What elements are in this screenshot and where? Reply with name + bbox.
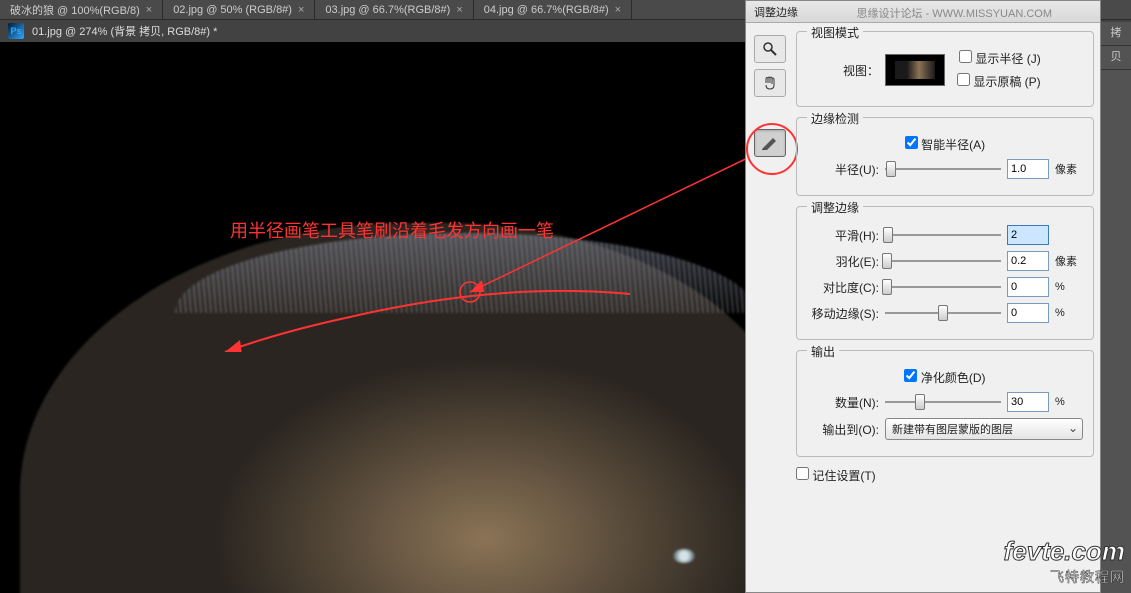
smooth-slider[interactable] — [885, 226, 1001, 244]
annotation-text: 用半径画笔工具笔刷沿着毛发方向画一笔 — [230, 217, 554, 243]
refine-brush-tool-icon[interactable] — [754, 129, 786, 157]
show-original-check[interactable]: 显示原稿 (P) — [957, 73, 1041, 90]
close-icon[interactable]: × — [615, 4, 621, 16]
close-icon[interactable]: × — [146, 4, 152, 16]
watermark-bottom: fevte.com 飞特教程网 — [1004, 536, 1125, 587]
tab-label: 03.jpg @ 66.7%(RGB/8#) — [325, 4, 450, 16]
group-label: 边缘检测 — [807, 110, 863, 127]
adjust-edge-group: 调整边缘 平滑(H): 羽化(E): 像素 对比度(C): % 移动边缘(S): — [796, 206, 1094, 340]
smart-radius-check[interactable]: 智能半径(A) — [905, 136, 985, 153]
document-title: 01.jpg @ 274% (背景 拷贝, RGB/8#) * — [32, 23, 217, 39]
right-panel-tabs: 拷 贝 — [1101, 22, 1131, 92]
decontaminate-checkbox[interactable] — [904, 369, 917, 382]
close-icon[interactable]: × — [298, 4, 304, 16]
output-to-label: 输出到(O): — [807, 421, 879, 438]
output-group: 输出 净化颜色(D) 数量(N): % 输出到(O): 新建带有图层蒙版的图层 — [796, 350, 1094, 457]
decontaminate-check[interactable]: 净化颜色(D) — [904, 369, 985, 386]
shift-edge-label: 移动边缘(S): — [807, 305, 879, 322]
watermark-top: 思缘设计论坛 - WWW.MISSYUAN.COM — [856, 5, 1052, 21]
watermark-line2: 飞特教程网 — [1004, 567, 1125, 587]
tab-0[interactable]: 破冰的狼 @ 100%(RGB/8) × — [0, 0, 163, 19]
smooth-input[interactable] — [1007, 225, 1049, 245]
shift-edge-input[interactable] — [1007, 303, 1049, 323]
tab-label: 破冰的狼 @ 100%(RGB/8) — [10, 2, 140, 18]
show-radius-check[interactable]: 显示半径 (J) — [957, 50, 1041, 67]
refine-edge-dialog: 调整边缘 思缘设计论坛 - WWW.MISSYUAN.COM 视图模式 视图： … — [745, 0, 1101, 593]
feather-label: 羽化(E): — [807, 253, 879, 270]
show-original-checkbox[interactable] — [957, 73, 970, 86]
group-label: 视图模式 — [807, 24, 863, 41]
edge-detection-group: 边缘检测 智能半径(A) 半径(U): 像素 — [796, 117, 1094, 196]
hand-tool-icon[interactable] — [754, 69, 786, 97]
close-icon[interactable]: × — [456, 4, 462, 16]
radius-label: 半径(U): — [807, 161, 879, 178]
tab-3[interactable]: 04.jpg @ 66.7%(RGB/8#) × — [474, 0, 632, 19]
tool-column — [754, 35, 786, 157]
watermark-line1: fevte.com — [1004, 536, 1125, 567]
view-thumbnail[interactable] — [885, 54, 945, 86]
wolf-image — [20, 223, 745, 593]
contrast-label: 对比度(C): — [807, 279, 879, 296]
amount-label: 数量(N): — [807, 394, 879, 411]
output-to-select[interactable]: 新建带有图层蒙版的图层 — [885, 418, 1083, 440]
rightbar-item[interactable]: 拷 — [1101, 22, 1131, 46]
group-label: 输出 — [807, 343, 839, 360]
unit-label: 像素 — [1055, 253, 1083, 269]
radius-input[interactable] — [1007, 159, 1049, 179]
unit-label: % — [1055, 307, 1083, 319]
tab-2[interactable]: 03.jpg @ 66.7%(RGB/8#) × — [315, 0, 473, 19]
group-label: 调整边缘 — [807, 199, 863, 216]
smart-radius-checkbox[interactable] — [905, 136, 918, 149]
feather-slider[interactable] — [885, 252, 1001, 270]
zoom-tool-icon[interactable] — [754, 35, 786, 63]
dialog-body: 视图模式 视图： 显示半径 (J) 显示原稿 (P) 边缘检测 智能半径(A) … — [746, 23, 1100, 498]
tab-1[interactable]: 02.jpg @ 50% (RGB/8#) × — [163, 0, 315, 19]
contrast-slider[interactable] — [885, 278, 1001, 296]
amount-input[interactable] — [1007, 392, 1049, 412]
radius-slider[interactable] — [885, 160, 1001, 178]
view-label: 视图： — [807, 62, 879, 79]
view-mode-group: 视图模式 视图： 显示半径 (J) 显示原稿 (P) — [796, 31, 1094, 107]
unit-label: 像素 — [1055, 161, 1083, 177]
contrast-input[interactable] — [1007, 277, 1049, 297]
amount-slider[interactable] — [885, 393, 1001, 411]
dialog-title-text: 调整边缘 — [754, 4, 798, 20]
tab-label: 04.jpg @ 66.7%(RGB/8#) — [484, 4, 609, 16]
unit-label: % — [1055, 281, 1083, 293]
tab-label: 02.jpg @ 50% (RGB/8#) — [173, 4, 292, 16]
smooth-label: 平滑(H): — [807, 227, 879, 244]
wolf-eye — [673, 549, 695, 563]
unit-label: % — [1055, 396, 1083, 408]
show-radius-checkbox[interactable] — [959, 50, 972, 63]
shift-edge-slider[interactable] — [885, 304, 1001, 322]
canvas[interactable]: 用半径画笔工具笔刷沿着毛发方向画一笔 — [0, 42, 745, 593]
rightbar-item[interactable]: 贝 — [1101, 46, 1131, 70]
feather-input[interactable] — [1007, 251, 1049, 271]
remember-settings-check[interactable]: 记住设置(T) — [796, 467, 876, 484]
remember-settings-checkbox[interactable] — [796, 467, 809, 480]
photoshop-icon: Ps — [8, 23, 24, 39]
